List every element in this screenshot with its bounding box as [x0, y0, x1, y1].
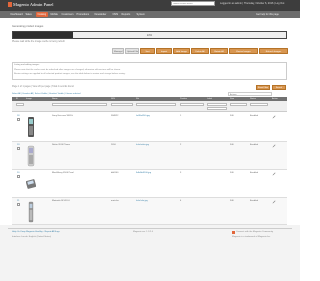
row-checkbox[interactable] [17, 203, 20, 206]
logo-text[interactable]: Magento Admin Panel [13, 2, 54, 7]
cell-sku: mot-slvr [111, 200, 119, 202]
help-link[interactable]: Get help for this page [256, 12, 279, 17]
community-link[interactable]: Connect with the Magento Community [236, 231, 273, 233]
toolbar-button-refresh-images[interactable]: Refresh Images [259, 48, 288, 54]
cell-name: BlackBerry 8100 Pearl [52, 172, 74, 174]
toolbar-button-upload-files[interactable]: Upload Files [125, 48, 139, 54]
product-thumbnail[interactable] [26, 201, 36, 223]
cell-status: Enabled [250, 172, 259, 174]
interface-locale[interactable]: Interface Locale: English (United States… [12, 236, 51, 238]
user-info: Logged in as admin | Thursday, October 6… [220, 2, 285, 5]
nav-item-system[interactable]: System [135, 12, 146, 17]
edit-icon[interactable] [272, 115, 276, 119]
mass-action-links[interactable]: Select All | Unselect All | Select Visib… [12, 93, 80, 95]
cell-name: Sony Ericsson W810i [52, 115, 73, 117]
nav-item-dashboard[interactable]: Dashboard [9, 12, 24, 17]
cell-position: 2 [180, 144, 182, 146]
notice-line: Please note that the cache must be refre… [14, 69, 121, 71]
magento-small-logo-icon [232, 231, 235, 234]
cell-name: Nokia 2610 Phone [52, 144, 70, 146]
filter-name-input[interactable] [52, 103, 107, 106]
cell-size: 340 [230, 115, 234, 117]
nav-item-mobile[interactable]: Mobile [49, 12, 59, 17]
nav-item-promotions[interactable]: Promotions [75, 12, 91, 17]
cell-file[interactable]: /w/8/w810i.jpg [136, 115, 150, 117]
cell-size: 340 [230, 172, 234, 174]
toolbar-button-delete-all[interactable]: Delete All [191, 48, 209, 54]
cell-position: 3 [180, 172, 182, 174]
nav-item-catalog[interactable]: Catalog [36, 12, 48, 17]
cell-id[interactable]: 18 [17, 115, 19, 117]
filter-status-select[interactable] [250, 103, 268, 106]
footer-divider [8, 228, 292, 229]
notice-heading: Listing and editing images [14, 64, 40, 66]
footer [0, 225, 300, 281]
filter-position-input[interactable] [180, 103, 204, 106]
cell-file[interactable]: /n/o/nokia.jpg [136, 144, 149, 146]
product-thumbnail[interactable] [25, 173, 37, 195]
cell-file[interactable]: /m/o/slvr.jpg [136, 200, 148, 202]
product-thumbnail[interactable] [26, 145, 36, 167]
row-checkbox[interactable] [17, 147, 20, 150]
nav-item-cms[interactable]: CMS [111, 12, 120, 17]
filter-id-input[interactable] [16, 103, 24, 106]
cell-sku: bb8100 [111, 172, 119, 174]
cell-position: 1 [180, 115, 182, 117]
nav-item-reports[interactable]: Reports [120, 12, 132, 17]
row-checkbox[interactable] [17, 175, 20, 178]
nav-item-sales[interactable]: Sales [24, 12, 33, 17]
filter-label-input-2[interactable] [207, 107, 227, 110]
cell-id[interactable]: 21 [17, 200, 19, 202]
table-row[interactable] [12, 198, 287, 225]
toolbar-button-sort[interactable]: Sort [140, 48, 155, 54]
search-button[interactable]: Search [272, 85, 286, 90]
pager-text: Page 1 of 1 pages | View 20 per page | T… [12, 86, 74, 88]
row-checkbox[interactable] [17, 118, 20, 121]
magento-version: Magento ver. 1.9.2.4 [133, 231, 153, 233]
cell-sku: 384822 [111, 115, 119, 117]
edit-icon[interactable] [272, 144, 276, 148]
toolbar-button-rotate-all[interactable]: Rotate All [210, 48, 228, 54]
global-search-input[interactable] [171, 1, 215, 6]
cell-id[interactable]: 20 [17, 172, 19, 174]
notice-line: Resize settings are applied to all selec… [14, 73, 126, 75]
table-row[interactable] [12, 113, 287, 142]
cell-status: Enabled [250, 200, 259, 202]
table-row[interactable] [12, 170, 287, 198]
progress-hint: Please wait while the image cache is bei… [12, 40, 65, 43]
cell-name: Motorola SLVR L6 [52, 200, 70, 202]
cell-size: 340 [230, 200, 234, 202]
filter-sku-input[interactable] [111, 103, 133, 106]
progress-title: Generating product images [12, 25, 44, 28]
edit-icon[interactable] [272, 200, 276, 204]
filter-label-input[interactable] [207, 103, 227, 106]
cell-sku: 2610 [111, 144, 116, 146]
edit-icon[interactable] [272, 172, 276, 176]
filter-size-input[interactable] [230, 103, 247, 106]
product-thumbnail[interactable] [26, 116, 36, 138]
cell-file[interactable]: /b/b/bb8100.jpg [136, 172, 151, 174]
progress-bar: 22% [12, 31, 287, 39]
filter-file-input[interactable] [136, 103, 176, 106]
toolbar-button-manage-images[interactable]: Manage Images [112, 48, 124, 54]
cell-status: Enabled [250, 144, 259, 146]
progress-text: 22% [146, 34, 153, 37]
cell-status: Enabled [250, 115, 259, 117]
notice-box [12, 62, 287, 80]
actions-select[interactable]: Actions [228, 92, 272, 96]
toolbar-button-import[interactable]: Import [156, 48, 172, 54]
toolbar-button-add-image[interactable]: Add Image [173, 48, 190, 54]
cell-id[interactable]: 19 [17, 144, 19, 146]
nav-item-customers[interactable]: Customers [60, 12, 75, 17]
report-bugs-link[interactable]: Help Us Keep Magento Healthy - Report Al… [12, 231, 60, 233]
reset-filter-button[interactable]: Reset Filter [256, 85, 270, 90]
cell-position: 4 [180, 200, 182, 202]
magento-logo-icon[interactable] [8, 2, 12, 7]
nav-item-newsletter[interactable]: Newsletter [93, 12, 108, 17]
cell-size: 340 [230, 144, 234, 146]
trademark-text: Magento is a trademark of Magento Inc. [232, 236, 271, 238]
table-row[interactable] [12, 142, 287, 170]
toolbar-button-resize-images[interactable]: Resize Images [229, 48, 258, 54]
